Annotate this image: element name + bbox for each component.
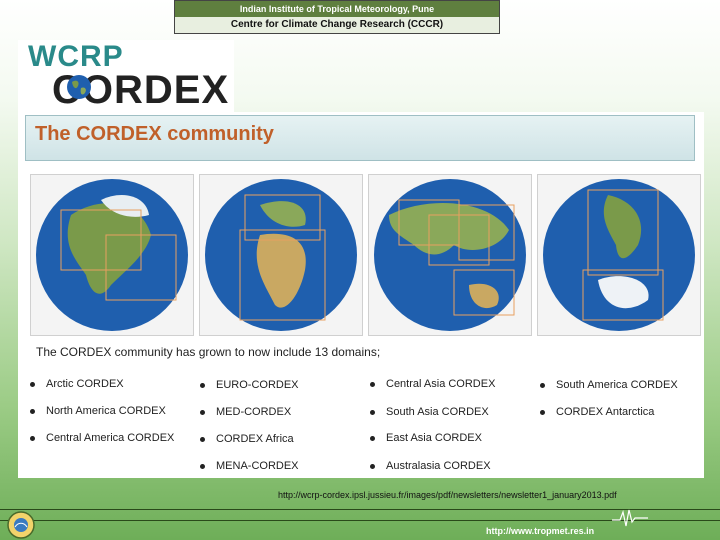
domain-label: CORDEX Africa xyxy=(216,433,294,445)
domain-item: MENA-CORDEX xyxy=(200,460,299,472)
domain-label: South Asia CORDEX xyxy=(386,406,489,418)
bullet-icon xyxy=(370,436,375,441)
wcrp-cordex-logo: WCRP CORDEX xyxy=(18,40,234,112)
bullet-icon xyxy=(540,410,545,415)
domain-item: Australasia CORDEX xyxy=(370,460,491,472)
bullet-icon xyxy=(370,410,375,415)
domain-label: MENA-CORDEX xyxy=(216,460,299,472)
domains-intro: The CORDEX community has grown to now in… xyxy=(36,345,381,359)
domain-label: CORDEX Antarctica xyxy=(556,406,655,418)
domain-label: MED-CORDEX xyxy=(216,406,292,418)
centre-name: Centre for Climate Change Research (CCCR… xyxy=(175,17,499,33)
bullet-icon xyxy=(370,382,375,387)
domain-label: Central America CORDEX xyxy=(46,432,175,444)
bullet-icon xyxy=(370,464,375,469)
cordex-slide: The CORDEX community The CORDEX communit… xyxy=(18,112,704,478)
bullet-icon xyxy=(30,382,35,387)
domain-item: South America CORDEX xyxy=(540,379,678,391)
domain-label: Australasia CORDEX xyxy=(386,460,491,472)
domain-item: EURO-CORDEX xyxy=(200,379,299,391)
globe-asia-australia-icon xyxy=(374,179,526,331)
domain-label: South America CORDEX xyxy=(556,379,678,391)
source-url: http://wcrp-cordex.ipsl.jussieu.fr/image… xyxy=(278,490,617,500)
domain-label: East Asia CORDEX xyxy=(386,432,482,444)
globe-panel-2 xyxy=(199,174,363,336)
logo-globe-icon xyxy=(67,75,91,99)
footer-url: http://www.tropmet.res.in xyxy=(486,526,595,536)
globe-panel-3 xyxy=(368,174,532,336)
bullet-icon xyxy=(200,410,205,415)
bullet-icon xyxy=(200,383,205,388)
globe-arctic-north-america-icon xyxy=(36,179,188,331)
domain-item: Arctic CORDEX xyxy=(30,378,124,390)
bullet-icon xyxy=(540,383,545,388)
domain-item: CORDEX Africa xyxy=(200,433,294,445)
seismograph-icon xyxy=(612,509,648,527)
domain-item: Central America CORDEX xyxy=(30,432,174,444)
title-band: The CORDEX community xyxy=(25,115,695,161)
domain-item: South Asia CORDEX xyxy=(370,406,489,418)
bullet-icon xyxy=(30,409,35,414)
globe-panel-1 xyxy=(30,174,194,336)
domain-item: CORDEX Antarctica xyxy=(540,406,654,418)
domain-item: MED-CORDEX xyxy=(200,406,291,418)
bullet-icon xyxy=(200,464,205,469)
domain-item: North America CORDEX xyxy=(30,405,166,417)
institute-header: Indian Institute of Tropical Meteorology… xyxy=(174,0,500,34)
domain-label: Arctic CORDEX xyxy=(46,378,124,390)
slide-title: The CORDEX community xyxy=(35,123,274,145)
globe-panel-4 xyxy=(537,174,701,336)
globe-south-america-antarctica-icon xyxy=(543,179,695,331)
domain-item: Central Asia CORDEX xyxy=(370,378,495,390)
iitm-emblem-icon xyxy=(7,511,35,539)
domain-label: Central Asia CORDEX xyxy=(386,378,496,390)
bullet-icon xyxy=(200,437,205,442)
domain-label: North America CORDEX xyxy=(46,405,166,417)
domain-item: East Asia CORDEX xyxy=(370,432,482,444)
globe-europe-africa-icon xyxy=(205,179,357,331)
bullet-icon xyxy=(30,436,35,441)
institute-name: Indian Institute of Tropical Meteorology… xyxy=(175,1,499,17)
domain-label: EURO-CORDEX xyxy=(216,379,299,391)
